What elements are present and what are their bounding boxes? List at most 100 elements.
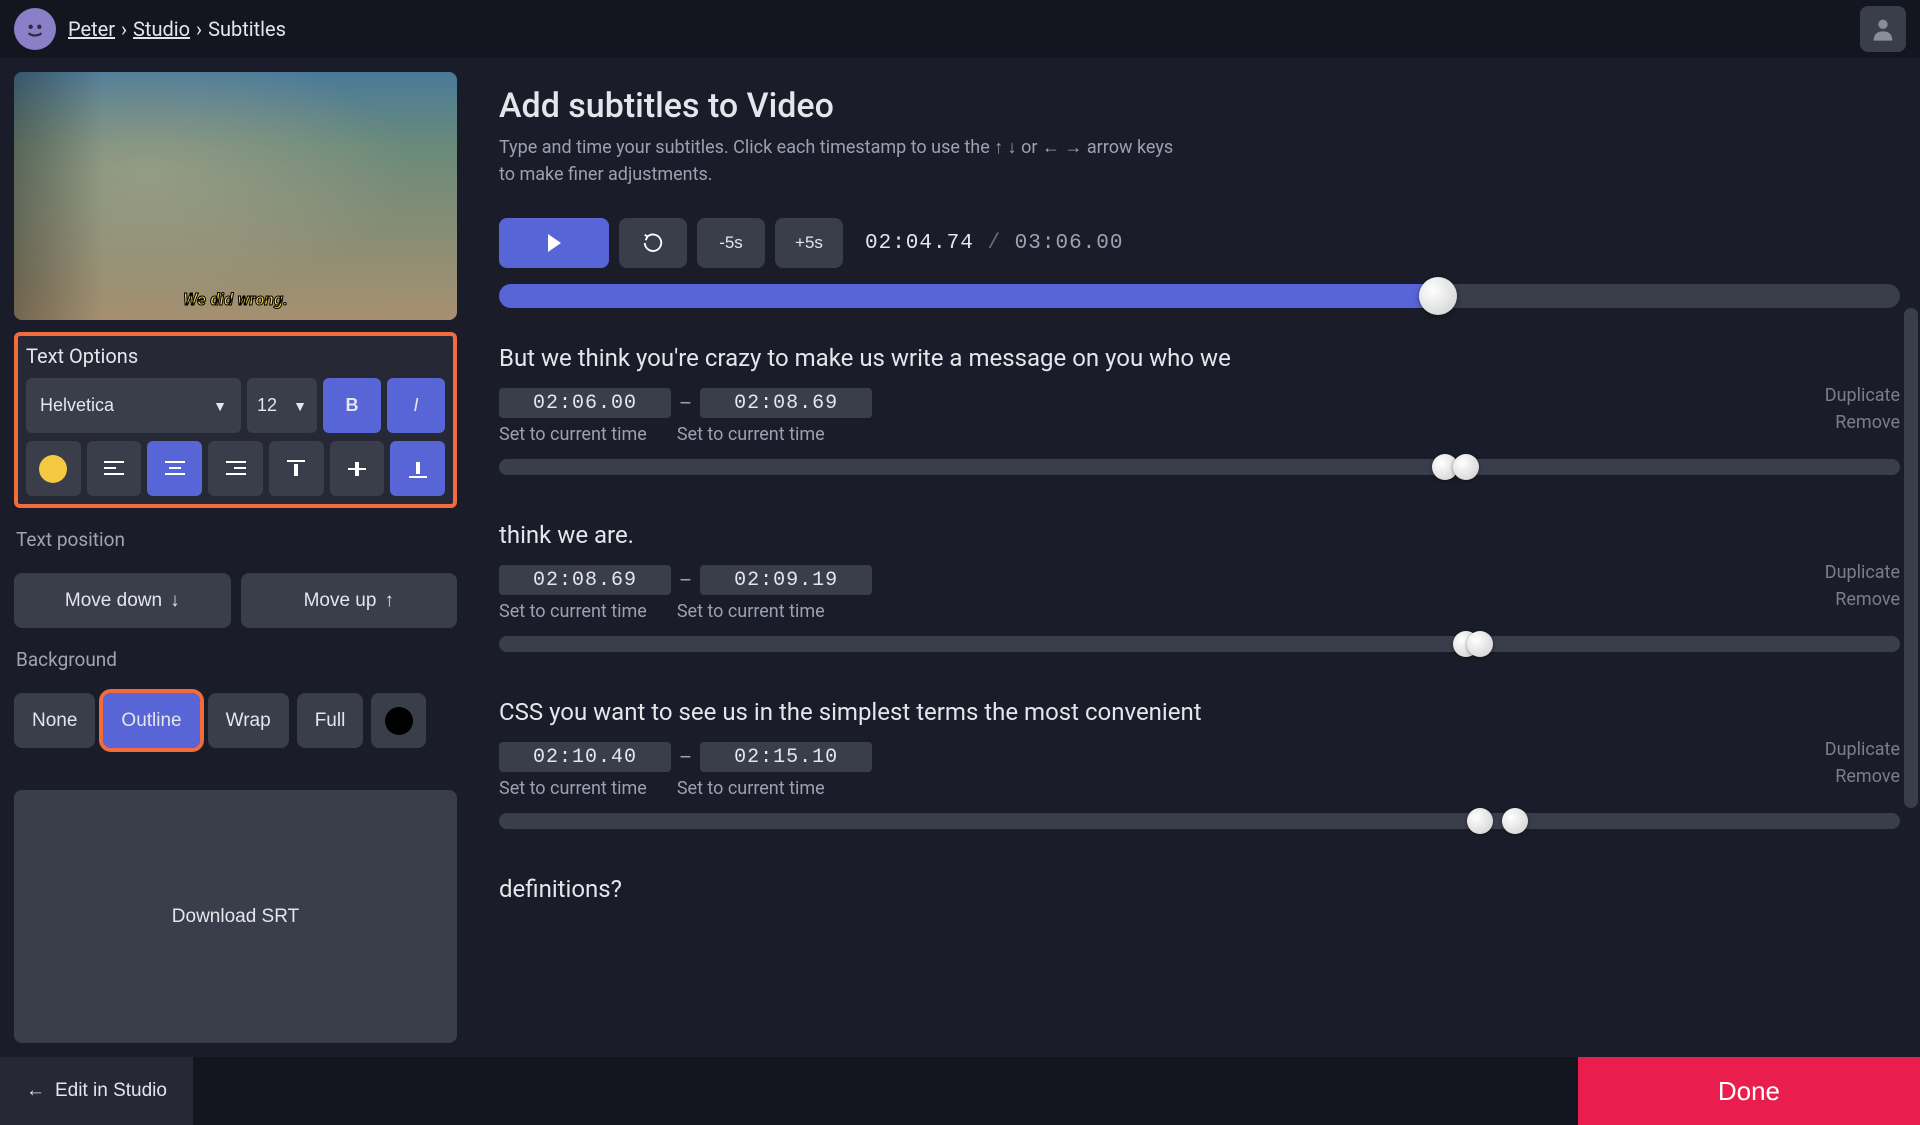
text-position-label: Text position bbox=[16, 528, 457, 551]
color-swatch-icon bbox=[385, 707, 413, 735]
entry-range-end-thumb[interactable] bbox=[1453, 454, 1479, 480]
time-dash: – bbox=[679, 568, 692, 592]
subtitle-entry: definitions? bbox=[499, 875, 1900, 903]
app-logo[interactable] bbox=[14, 8, 56, 50]
done-button[interactable]: Done bbox=[1578, 1057, 1920, 1125]
playback-controls: -5s +5s 02:04.74 / 03:06.00 bbox=[499, 218, 1900, 268]
align-center-button[interactable] bbox=[147, 441, 202, 496]
time-dash: – bbox=[679, 745, 692, 769]
arrow-left-icon: ← bbox=[26, 1080, 45, 1102]
set-start-to-current[interactable]: Set to current time bbox=[499, 601, 647, 622]
preview-subtitle-text: We did wrong. bbox=[183, 290, 288, 310]
subtitle-text[interactable]: CSS you want to see us in the simplest t… bbox=[499, 698, 1900, 726]
restart-button[interactable] bbox=[619, 218, 687, 268]
set-start-to-current[interactable]: Set to current time bbox=[499, 424, 647, 445]
main-area: We did wrong. Text Options Helvetica ▼ 1… bbox=[0, 58, 1920, 1057]
start-time-input[interactable]: 02:06.00 bbox=[499, 388, 671, 418]
font-select-value: Helvetica bbox=[40, 395, 114, 416]
sidebar: We did wrong. Text Options Helvetica ▼ 1… bbox=[0, 58, 471, 1057]
valign-middle-button[interactable] bbox=[330, 441, 385, 496]
entry-actions: Duplicate Remove bbox=[1825, 736, 1900, 790]
bottombar: ← Edit in Studio Done bbox=[0, 1057, 1920, 1125]
breadcrumb: Peter › Studio › Subtitles bbox=[68, 17, 286, 41]
subtitle-text[interactable]: But we think you're crazy to make us wri… bbox=[499, 344, 1900, 372]
editor-title: Add subtitles to Video bbox=[499, 86, 1900, 126]
subtitle-text[interactable]: definitions? bbox=[499, 875, 1900, 903]
bg-outline-button[interactable]: Outline bbox=[103, 693, 199, 748]
main-progress-fill bbox=[499, 284, 1438, 308]
duplicate-button[interactable]: Duplicate bbox=[1825, 736, 1900, 763]
start-time-input[interactable]: 02:10.40 bbox=[499, 742, 671, 772]
breadcrumb-current: Subtitles bbox=[208, 17, 286, 41]
duplicate-button[interactable]: Duplicate bbox=[1825, 559, 1900, 586]
chevron-down-icon: ▼ bbox=[213, 398, 227, 414]
move-down-button[interactable]: Move down ↓ bbox=[14, 573, 231, 628]
subtitle-editor: Add subtitles to Video Type and time you… bbox=[471, 58, 1920, 1057]
subtitle-entry: But we think you're crazy to make us wri… bbox=[499, 344, 1900, 475]
topbar: Peter › Studio › Subtitles bbox=[0, 0, 1920, 58]
scrollbar[interactable] bbox=[1904, 308, 1918, 808]
entry-range-track[interactable] bbox=[499, 459, 1900, 475]
user-avatar[interactable] bbox=[1860, 6, 1906, 52]
bg-full-button[interactable]: Full bbox=[297, 693, 364, 748]
main-progress-track[interactable] bbox=[499, 284, 1900, 308]
background-label: Background bbox=[16, 648, 457, 671]
move-down-label: Move down bbox=[65, 590, 162, 612]
color-swatch-icon bbox=[39, 455, 67, 483]
set-end-to-current[interactable]: Set to current time bbox=[677, 778, 825, 799]
text-options-panel: Text Options Helvetica ▼ 12 ▼ B I bbox=[14, 332, 457, 508]
download-srt-button[interactable]: Download SRT bbox=[14, 790, 457, 1043]
topbar-left: Peter › Studio › Subtitles bbox=[14, 8, 286, 50]
end-time-input[interactable]: 02:09.19 bbox=[700, 565, 872, 595]
align-left-button[interactable] bbox=[87, 441, 142, 496]
valign-top-button[interactable] bbox=[269, 441, 324, 496]
time-dash: – bbox=[679, 391, 692, 415]
end-time-input[interactable]: 02:08.69 bbox=[700, 388, 872, 418]
text-color-button[interactable] bbox=[26, 441, 81, 496]
breadcrumb-user[interactable]: Peter bbox=[68, 17, 115, 41]
breadcrumb-sep: › bbox=[196, 17, 202, 41]
remove-button[interactable]: Remove bbox=[1825, 586, 1900, 613]
editor-subtitle: Type and time your subtitles. Click each… bbox=[499, 134, 1179, 188]
duplicate-button[interactable]: Duplicate bbox=[1825, 382, 1900, 409]
bold-button[interactable]: B bbox=[323, 378, 381, 433]
end-time-input[interactable]: 02:15.10 bbox=[700, 742, 872, 772]
entry-range-end-thumb[interactable] bbox=[1502, 808, 1528, 834]
move-up-button[interactable]: Move up ↑ bbox=[241, 573, 458, 628]
breadcrumb-sep: › bbox=[121, 17, 127, 41]
valign-bottom-button[interactable] bbox=[390, 441, 445, 496]
start-time-input[interactable]: 02:08.69 bbox=[499, 565, 671, 595]
entry-range-track[interactable] bbox=[499, 813, 1900, 829]
entry-range-start-thumb[interactable] bbox=[1467, 808, 1493, 834]
set-end-to-current[interactable]: Set to current time bbox=[677, 601, 825, 622]
minus-5s-button[interactable]: -5s bbox=[697, 218, 765, 268]
entry-range-end-thumb[interactable] bbox=[1467, 631, 1493, 657]
timecode-current: 02:04.74 bbox=[865, 232, 974, 255]
entry-actions: Duplicate Remove bbox=[1825, 559, 1900, 613]
bg-none-button[interactable]: None bbox=[14, 693, 95, 748]
set-end-to-current[interactable]: Set to current time bbox=[677, 424, 825, 445]
video-preview[interactable]: We did wrong. bbox=[14, 72, 457, 320]
italic-button[interactable]: I bbox=[387, 378, 445, 433]
timecode-duration: 03:06.00 bbox=[1015, 232, 1124, 255]
subtitle-text[interactable]: think we are. bbox=[499, 521, 1900, 549]
remove-button[interactable]: Remove bbox=[1825, 763, 1900, 790]
play-button[interactable] bbox=[499, 218, 609, 268]
align-right-button[interactable] bbox=[208, 441, 263, 496]
edit-in-studio-button[interactable]: ← Edit in Studio bbox=[0, 1057, 193, 1125]
main-progress-thumb[interactable] bbox=[1419, 277, 1457, 315]
set-start-to-current[interactable]: Set to current time bbox=[499, 778, 647, 799]
bg-wrap-button[interactable]: Wrap bbox=[208, 693, 289, 748]
entry-actions: Duplicate Remove bbox=[1825, 382, 1900, 436]
arrow-down-icon: ↓ bbox=[170, 590, 180, 612]
breadcrumb-section[interactable]: Studio bbox=[133, 17, 190, 41]
remove-button[interactable]: Remove bbox=[1825, 409, 1900, 436]
subtitle-entry: think we are. 02:08.69 – 02:09.19 Set to… bbox=[499, 521, 1900, 652]
edit-in-studio-label: Edit in Studio bbox=[55, 1080, 167, 1102]
move-up-label: Move up bbox=[304, 590, 377, 612]
font-select[interactable]: Helvetica ▼ bbox=[26, 378, 241, 433]
entry-range-track[interactable] bbox=[499, 636, 1900, 652]
bg-color-button[interactable] bbox=[371, 693, 426, 748]
font-size-select[interactable]: 12 ▼ bbox=[247, 378, 317, 433]
plus-5s-button[interactable]: +5s bbox=[775, 218, 843, 268]
